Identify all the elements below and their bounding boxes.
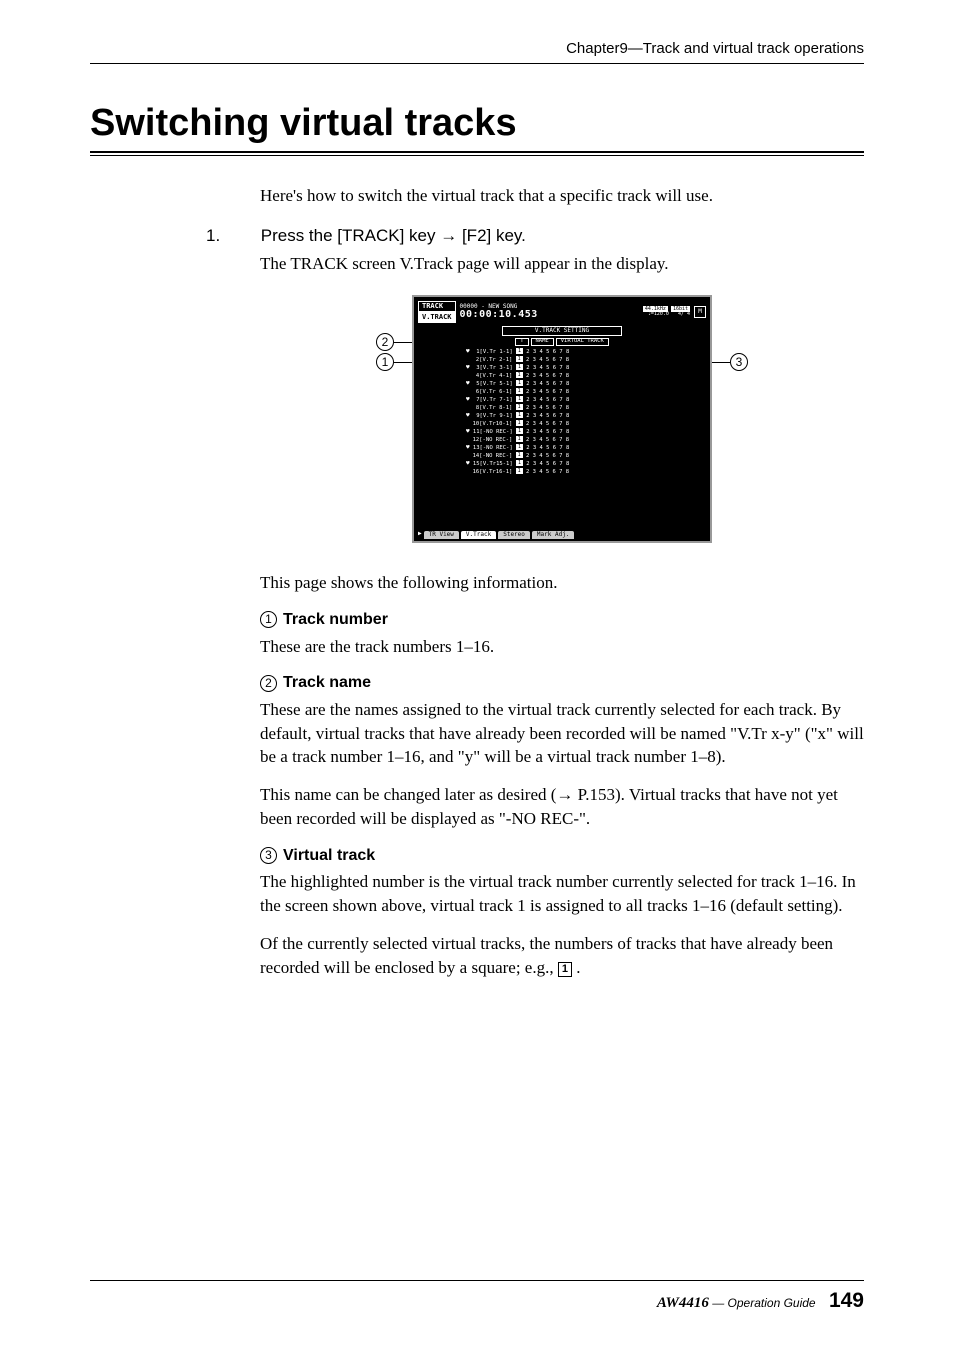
lcd-screenshot: TRACK V.TRACK 00000 - NEW SONG 00:00:10.… (412, 295, 712, 543)
item-number-circle: 3 (260, 847, 277, 864)
intro-text: Here's how to switch the virtual track t… (260, 184, 864, 208)
step-text-a: Press the [TRACK] key (261, 226, 441, 245)
square-one-icon: 1 (558, 962, 572, 977)
screen-row: 12[-NO REC-] 1 2 3 4 5 6 7 8 (418, 436, 706, 444)
item-desc: Of the currently selected virtual tracks… (260, 932, 864, 980)
screen-sig: 4/ 4 (678, 311, 690, 317)
tab-tr-view: TR View (424, 531, 459, 539)
footer-model: AW4416 (657, 1295, 709, 1311)
callout-3: 3 (730, 353, 748, 371)
item-title: Track number (283, 611, 388, 628)
screen-row: ♥ 7[V.Tr 7-1] 1 2 3 4 5 6 7 8 (418, 396, 706, 404)
step-text-b: [F2] key. (457, 226, 526, 245)
tab-mark-adj: Mark Adj. (532, 531, 575, 539)
screen-column-headers: T NAME VIRTUAL TRACK (418, 338, 706, 346)
callout-2-line (394, 342, 412, 343)
footer-guide: — Operation Guide (709, 1296, 816, 1310)
screen-row: 16[V.Tr16-1] 1 2 3 4 5 6 7 8 (418, 468, 706, 476)
chapter-header: Chapter9—Track and virtual track operati… (90, 40, 864, 57)
header-rule (90, 63, 864, 64)
screen-row: ♥ 9[V.Tr 9-1] 1 2 3 4 5 6 7 8 (418, 412, 706, 420)
item-label: 1 Track number (260, 609, 864, 631)
item-number-circle: 1 (260, 611, 277, 628)
screen-heading: V.TRACK SETTING (502, 326, 622, 336)
screen-label-track: TRACK (418, 301, 456, 312)
col-vt: VIRTUAL TRACK (556, 338, 609, 346)
col-t: T (515, 338, 528, 346)
midi-icon: M (694, 306, 706, 318)
screen-row: 8[V.Tr 8-1] 1 2 3 4 5 6 7 8 (418, 404, 706, 412)
screen-label-vtrack: V.TRACK (418, 312, 456, 323)
item-label: 3 Virtual track (260, 845, 864, 867)
col-name: NAME (531, 338, 554, 346)
screen-time: 00:00:10.453 (460, 310, 639, 320)
callout-2: 2 (376, 333, 394, 351)
item-number-circle: 2 (260, 675, 277, 692)
arrow-icon: → (440, 226, 457, 245)
page-footer: AW4416 — Operation Guide 149 (90, 1280, 864, 1313)
screen-row: 6[V.Tr 6-1] 1 2 3 4 5 6 7 8 (418, 388, 706, 396)
screen-rows: ♥ 1[V.Tr 1-1] 1 2 3 4 5 6 7 8 2[V.Tr 2-1… (418, 348, 706, 476)
info-lead: This page shows the following informatio… (260, 571, 864, 595)
step-number: 1. (233, 224, 256, 248)
screen-row: ♥ 1[V.Tr 1-1] 1 2 3 4 5 6 7 8 (418, 348, 706, 356)
screen-row: ♥ 3[V.Tr 3-1] 1 2 3 4 5 6 7 8 (418, 364, 706, 372)
screenshot-figure: 2 1 3 TRACK V.TRACK 00000 - NEW SONG 00:… (260, 295, 864, 543)
tab-v-track: V.Track (461, 531, 496, 539)
callout-1: 1 (376, 353, 394, 371)
screen-row: 4[V.Tr 4-1] 1 2 3 4 5 6 7 8 (418, 372, 706, 380)
screen-tabs: ▶ TR View V.Track Stereo Mark Adj. (418, 531, 706, 539)
tab-stereo: Stereo (498, 531, 530, 539)
page-title: Switching virtual tracks (90, 102, 864, 145)
screen-row: ♥ 11[-NO REC-] 1 2 3 4 5 6 7 8 (418, 428, 706, 436)
item-title: Virtual track (283, 847, 375, 864)
screen-row: ♥ 13[-NO REC-] 1 2 3 4 5 6 7 8 (418, 444, 706, 452)
item-title: Track name (283, 674, 371, 691)
step-sub-text: The TRACK screen V.Track page will appea… (260, 252, 864, 276)
item-desc: This name can be changed later as desire… (260, 783, 864, 831)
item-desc: These are the names assigned to the virt… (260, 698, 864, 769)
screen-row: 2[V.Tr 2-1] 1 2 3 4 5 6 7 8 (418, 356, 706, 364)
screen-tempo: ♩=120.0 (648, 311, 669, 317)
screen-row: ♥ 5[V.Tr 5-1] 1 2 3 4 5 6 7 8 (418, 380, 706, 388)
title-rule (90, 151, 864, 156)
play-icon: ▶ (418, 531, 422, 539)
item-label: 2 Track name (260, 672, 864, 694)
item-desc: The highlighted number is the virtual tr… (260, 870, 864, 918)
screen-row: ♥ 15[V.Tr15-1] 1 2 3 4 5 6 7 8 (418, 460, 706, 468)
item-desc: These are the track numbers 1–16. (260, 635, 864, 659)
screen-row: 14[-NO REC-] 1 2 3 4 5 6 7 8 (418, 452, 706, 460)
screen-row: 10[V.Tr10-1] 1 2 3 4 5 6 7 8 (418, 420, 706, 428)
footer-page-number: 149 (829, 1289, 864, 1312)
step-1: 1. Press the [TRACK] key → [F2] key. (260, 224, 864, 248)
